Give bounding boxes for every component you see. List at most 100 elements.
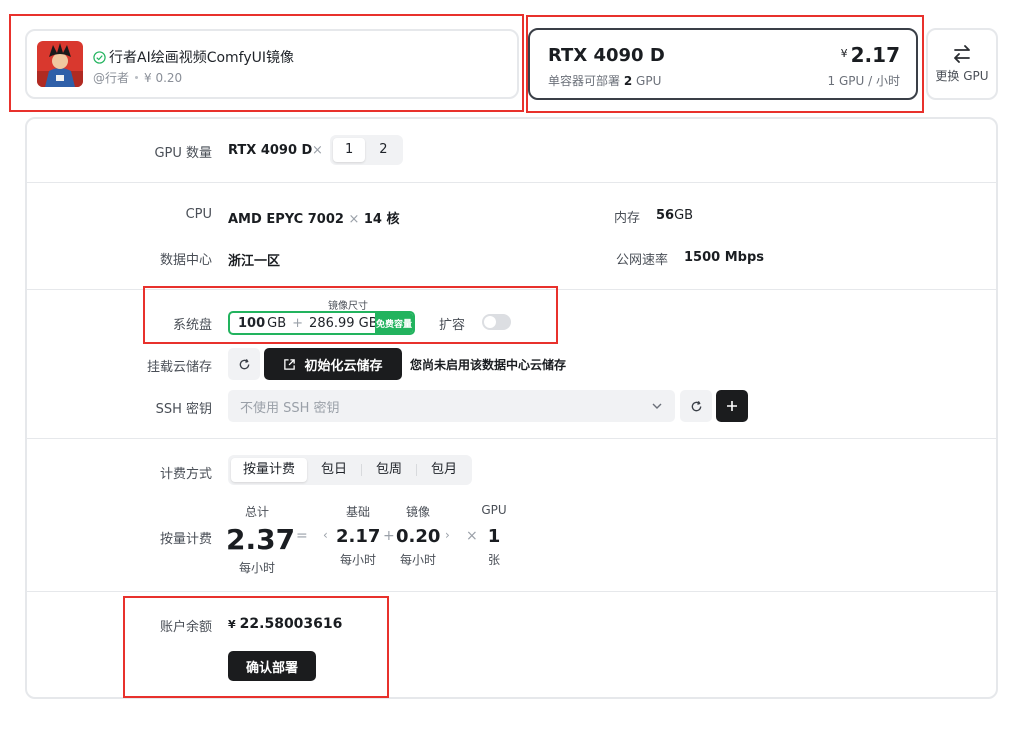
- divider: [25, 591, 998, 592]
- base-value: 2.17: [336, 526, 381, 547]
- disk-size-field: 100 GB + 286.99 GB 免费容量: [228, 311, 415, 335]
- balance-amount: 22.58003616: [239, 616, 343, 632]
- external-link-icon: [284, 358, 296, 370]
- expand-label: 扩容: [439, 318, 466, 333]
- cloud-storage-label: 挂载云储存: [146, 360, 212, 375]
- disk-base-value: 100: [238, 315, 266, 331]
- billing-selector: 按量计费 包日 包周 包月: [228, 455, 473, 485]
- image-fee-value: 0.20: [396, 526, 441, 547]
- add-ssh-button[interactable]: [716, 390, 748, 422]
- divider: [25, 289, 998, 290]
- cpu-cores: 14: [363, 212, 382, 227]
- confirm-deploy-button[interactable]: 确认部署: [228, 651, 316, 681]
- equals-sign: =: [296, 528, 308, 544]
- billing-option-hourly[interactable]: 按量计费: [231, 458, 308, 482]
- refresh-ssh-button[interactable]: [680, 390, 712, 422]
- currency-symbol: ¥: [228, 618, 236, 631]
- chevron-right-icon: ›: [445, 528, 450, 542]
- memory-label: 内存: [613, 211, 640, 226]
- gpu-price-unit: 1 GPU / 小时: [827, 74, 900, 88]
- separator-dot: [135, 76, 139, 79]
- billing-option-weekly[interactable]: 包周: [364, 458, 414, 482]
- datacenter-label: 数据中心: [159, 253, 212, 268]
- storage-notice: 您尚未启用该数据中心云储存: [410, 358, 567, 372]
- gpu-sub-suffix: GPU: [636, 74, 662, 88]
- ssh-key-select[interactable]: 不使用 SSH 密钥: [228, 390, 675, 422]
- cpu-times: ×: [348, 212, 360, 227]
- gpu-fee-value: 1: [487, 526, 501, 547]
- billing-label: 计费方式: [159, 467, 212, 482]
- ssh-key-placeholder: 不使用 SSH 密钥: [240, 400, 340, 416]
- gpu-count-option-1[interactable]: 1: [333, 138, 366, 162]
- image-meta: @行者 ¥ 0.20: [93, 69, 182, 86]
- seg-separator: [416, 464, 418, 476]
- init-storage-button[interactable]: 初始化云储存: [264, 348, 402, 380]
- gpu-sub-prefix: 单容器可部署: [548, 74, 621, 88]
- gpu-fee-unit: 张: [487, 553, 500, 567]
- balance-value: ¥22.58003616: [228, 616, 342, 632]
- gpu-count-label: GPU 数量: [154, 146, 212, 161]
- seg-separator: [361, 464, 363, 476]
- image-card[interactable]: 行者AI绘画视频ComfyUI镜像 @行者 ¥ 0.20: [25, 29, 519, 99]
- disk-plus: +: [292, 315, 304, 331]
- image-title-row: 行者AI绘画视频ComfyUI镜像: [93, 47, 294, 67]
- disk-image-size: 286.99 GB: [309, 315, 378, 331]
- expand-toggle[interactable]: [482, 314, 511, 330]
- total-unit: 每小时: [238, 561, 275, 575]
- cpu-unit: 核: [386, 212, 400, 227]
- refresh-icon: [239, 358, 249, 369]
- balance-label: 账户余额: [159, 620, 212, 635]
- refresh-storage-button[interactable]: [228, 348, 260, 380]
- free-capacity-tag: 免费容量: [375, 313, 413, 333]
- disk-base-unit: GB: [267, 315, 287, 331]
- memory-unit: GB: [674, 208, 694, 223]
- gpu-price: ¥2.17: [841, 43, 900, 67]
- chevron-left-icon: ‹: [323, 528, 328, 542]
- datacenter-value: 浙江一区: [228, 254, 281, 269]
- plus-sign: +: [383, 528, 395, 544]
- gpu-count-model: RTX 4090 D: [228, 143, 313, 158]
- memory-value: 56GB: [656, 208, 693, 223]
- base-label: 基础: [345, 505, 370, 519]
- image-fee-label: 镜像: [405, 505, 430, 519]
- network-value: 1500 Mbps: [684, 250, 764, 265]
- image-fee-unit: 每小时: [399, 553, 436, 567]
- chevron-down-icon: [652, 403, 662, 409]
- image-title: 行者AI绘画视频ComfyUI镜像: [109, 50, 295, 66]
- plus-icon: [727, 401, 737, 411]
- disk-caption: 镜像尺寸: [328, 301, 368, 312]
- gpu-name: RTX 4090 D: [548, 45, 665, 66]
- billing-option-daily[interactable]: 包日: [309, 458, 359, 482]
- divider: [25, 182, 998, 183]
- disk-label: 系统盘: [172, 318, 212, 333]
- change-gpu-button[interactable]: 更换 GPU: [926, 28, 998, 100]
- cpu-label: CPU: [185, 207, 212, 222]
- gpu-count-selector: 1 2: [330, 135, 403, 165]
- base-unit: 每小时: [339, 553, 376, 567]
- network-label: 公网速率: [615, 253, 668, 268]
- verified-check-icon: [93, 50, 106, 64]
- times-sign: ×: [466, 528, 478, 544]
- image-avatar: [37, 41, 83, 87]
- image-author[interactable]: @行者: [93, 69, 129, 86]
- init-storage-label: 初始化云储存: [304, 358, 383, 374]
- gpu-count-option-2[interactable]: 2: [367, 138, 399, 162]
- cpu-model: AMD EPYC 7002: [228, 212, 344, 227]
- cpu-value: AMD EPYC 7002 × 14 核: [228, 208, 400, 227]
- ssh-label: SSH 密钥: [155, 402, 212, 417]
- gpu-count-times: ×: [312, 143, 323, 158]
- memory-amount: 56: [656, 208, 675, 223]
- total-value: 2.37: [226, 523, 296, 556]
- billing-option-monthly[interactable]: 包月: [419, 458, 469, 482]
- gpu-fee-label: GPU: [481, 503, 507, 517]
- gpu-price-value: 2.17: [850, 43, 900, 67]
- currency-symbol: ¥: [840, 47, 848, 60]
- payg-label: 按量计费: [159, 532, 212, 547]
- total-label: 总计: [244, 505, 269, 519]
- gpu-card[interactable]: RTX 4090 D 单容器可部署 2 GPU ¥2.17 1 GPU / 小时: [528, 28, 918, 100]
- gpu-sub-count: 2: [623, 74, 633, 88]
- gpu-subtitle: 单容器可部署 2 GPU: [548, 72, 661, 89]
- refresh-icon: [691, 400, 701, 411]
- image-price: ¥ 0.20: [144, 70, 183, 85]
- swap-icon: [954, 44, 970, 63]
